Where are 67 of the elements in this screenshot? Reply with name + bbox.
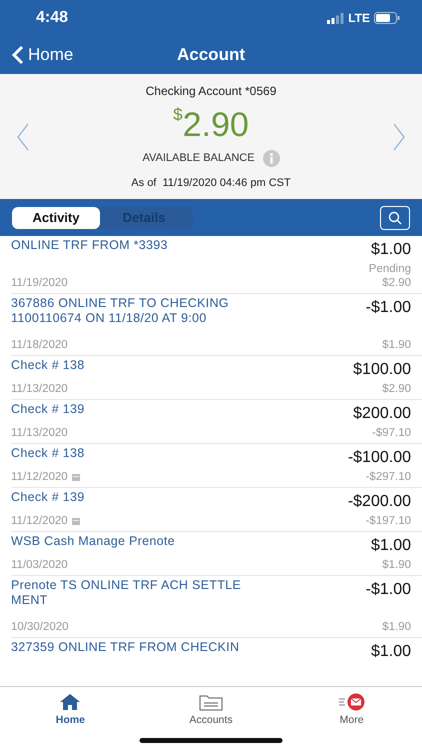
transaction-row[interactable]: ONLINE TRF FROM *3393 $1.00 11/19/2020 Pending $2.90: [11, 236, 422, 294]
tab-bar-item[interactable]: Accounts: [150, 687, 271, 750]
running-balance: -$297.10: [366, 470, 411, 484]
transaction-date: 11/03/2020: [11, 558, 68, 572]
transaction-description: 367886 ONLINE TRF TO CHECKING 1100110674 ON 11/18/20 AT 9:00: [11, 296, 230, 326]
battery-icon: [374, 12, 400, 24]
transaction-amount: $1.00: [370, 642, 411, 662]
transaction-description: Check # 139: [11, 490, 84, 505]
transaction-amount: $1.00: [370, 240, 411, 260]
mail-icon: [338, 693, 366, 711]
network-label: LTE: [348, 10, 370, 27]
transaction-description: 327359 ONLINE TRF FROM CHECKIN: [11, 640, 240, 655]
transaction-date: 11/19/2020: [11, 276, 68, 290]
transaction-amount: -$1.00: [366, 298, 411, 318]
transaction-amount: $1.00: [370, 536, 411, 556]
tab-bar-item[interactable]: Home: [10, 687, 130, 750]
running-balance: $1.90: [382, 558, 411, 572]
transaction-description: Check # 138: [11, 446, 84, 461]
transaction-date: 11/13/2020: [11, 382, 68, 396]
back-button[interactable]: Home: [0, 42, 74, 68]
tab-bar-item[interactable]: More: [292, 687, 412, 750]
transaction-date: 11/12/2020: [11, 470, 68, 484]
transaction-amount: -$1.00: [366, 580, 411, 600]
transaction-row[interactable]: Check # 138 -$100.00 11/12/2020 -$297.10: [11, 444, 422, 488]
transaction-description: Check # 139: [11, 402, 84, 417]
transaction-row[interactable]: 367886 ONLINE TRF TO CHECKING 1100110674 ON 11/18/20 AT 9:00 -$1.00 11/18/2020 $1.90: [11, 294, 422, 356]
transaction-row[interactable]: WSB Cash Manage Prenote $1.00 11/03/2020 $1.90: [11, 532, 422, 576]
transaction-row[interactable]: Check # 139 $200.00 11/13/2020 -$97.10: [11, 400, 422, 444]
folder-icon: [198, 693, 223, 711]
transaction-row[interactable]: Prenote TS ONLINE TRF ACH SETTLE MENT -$1.00 10/30/2020 $1.90: [11, 576, 422, 638]
search-icon: [388, 210, 402, 224]
transaction-date: 11/13/2020: [11, 426, 68, 440]
transaction-description: Check # 138: [11, 358, 84, 373]
running-balance: $1.90: [382, 338, 411, 352]
signal-icon: [327, 12, 344, 24]
transaction-row[interactable]: 327359 ONLINE TRF FROM CHECKIN $1.00: [11, 638, 422, 664]
clock: 4:48: [36, 8, 68, 28]
transaction-amount: -$200.00: [348, 492, 411, 512]
account-name: Checking Account *0569: [146, 82, 276, 100]
tab[interactable]: Activity: [12, 206, 100, 228]
transaction-date: 11/18/2020: [11, 338, 68, 352]
balance-label: AVAILABLE BALANCE: [142, 151, 255, 166]
running-balance: $2.90: [382, 382, 411, 396]
transaction-amount: -$100.00: [348, 448, 411, 468]
transaction-description: WSB Cash Manage Prenote: [11, 534, 175, 549]
page-title: Account: [177, 44, 245, 66]
transaction-description: ONLINE TRF FROM *3393: [11, 238, 168, 253]
next-chevron-icon[interactable]: [392, 122, 406, 152]
info-icon[interactable]: [262, 150, 280, 167]
transaction-row[interactable]: Check # 139 -$200.00 11/12/2020 -$197.10: [11, 488, 422, 532]
running-balance: $1.90: [382, 620, 411, 634]
transaction-date: 11/12/2020: [11, 514, 68, 528]
running-balance: -$197.10: [366, 514, 411, 528]
transaction-amount: $200.00: [353, 404, 411, 424]
transaction-description: Prenote TS ONLINE TRF ACH SETTLE MENT: [11, 578, 242, 608]
transaction-date: 10/30/2020: [11, 620, 69, 634]
balance-amount: $^{$}$2.90: [173, 108, 249, 142]
previous-chevron-icon[interactable]: [16, 122, 30, 152]
pending-status: Pending: [368, 262, 411, 276]
transaction-amount: $100.00: [353, 360, 411, 380]
home-icon: [59, 693, 82, 711]
as-of-date: As of 11/19/2020 04:46 pm CST: [131, 176, 291, 191]
transaction-row[interactable]: Check # 138 $100.00 11/13/2020 $2.90: [11, 356, 422, 400]
back-chevron-icon: [12, 45, 24, 65]
search-button[interactable]: [380, 206, 410, 230]
running-balance: $2.90: [382, 276, 411, 290]
running-balance: -$97.10: [372, 426, 411, 440]
